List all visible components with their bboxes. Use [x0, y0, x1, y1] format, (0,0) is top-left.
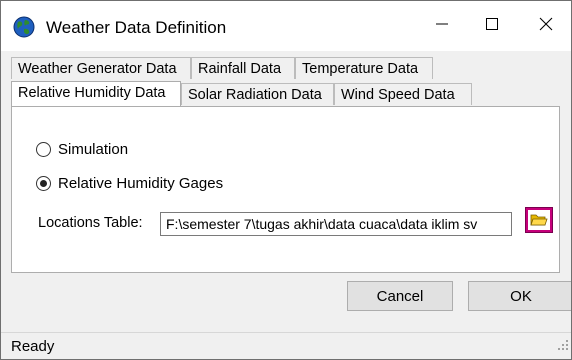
- gages-label: Relative Humidity Gages: [58, 175, 224, 192]
- tab-weather-generator-data[interactable]: Weather Generator Data: [11, 57, 191, 79]
- tab-temperature-data[interactable]: Temperature Data: [295, 57, 433, 79]
- title-bar[interactable]: Weather Data Definition: [1, 1, 571, 51]
- window-title: Weather Data Definition: [46, 18, 227, 37]
- relative-humidity-panel: Simulation Relative Humidity Gages Locat…: [11, 106, 560, 273]
- status-bar: Ready: [1, 332, 571, 359]
- cancel-button[interactable]: Cancel: [347, 281, 453, 311]
- maximize-icon: [485, 17, 499, 35]
- gages-option[interactable]: Relative Humidity Gages: [36, 175, 223, 192]
- ok-button[interactable]: OK: [468, 281, 571, 311]
- browse-button[interactable]: [525, 207, 553, 233]
- gages-radio[interactable]: [36, 176, 51, 191]
- close-button[interactable]: [521, 1, 571, 51]
- tab-wind-speed-data[interactable]: Wind Speed Data: [334, 83, 472, 105]
- simulation-label: Simulation: [58, 141, 129, 158]
- minimize-icon: [435, 17, 449, 35]
- locations-table-label: Locations Table:: [38, 215, 143, 231]
- weather-data-definition-window: Weather Data Definition Weather Generato…: [0, 0, 572, 360]
- simulation-option[interactable]: Simulation: [36, 141, 128, 158]
- tab-rainfall-data[interactable]: Rainfall Data: [191, 57, 295, 79]
- simulation-radio[interactable]: [36, 142, 51, 157]
- locations-table-input[interactable]: F:\semester 7\tugas akhir\data cuaca\dat…: [160, 212, 512, 236]
- maximize-button[interactable]: [467, 1, 517, 51]
- globe-icon: [13, 16, 35, 38]
- tab-solar-radiation-data[interactable]: Solar Radiation Data: [181, 83, 334, 105]
- folder-open-icon: [528, 210, 550, 230]
- radio-selected-dot: [40, 180, 47, 187]
- minimize-button[interactable]: [417, 1, 467, 51]
- status-text: Ready: [11, 338, 55, 355]
- close-icon: [539, 17, 553, 35]
- tab-relative-humidity-data[interactable]: Relative Humidity Data: [11, 81, 181, 106]
- resize-grip-icon[interactable]: [557, 338, 569, 355]
